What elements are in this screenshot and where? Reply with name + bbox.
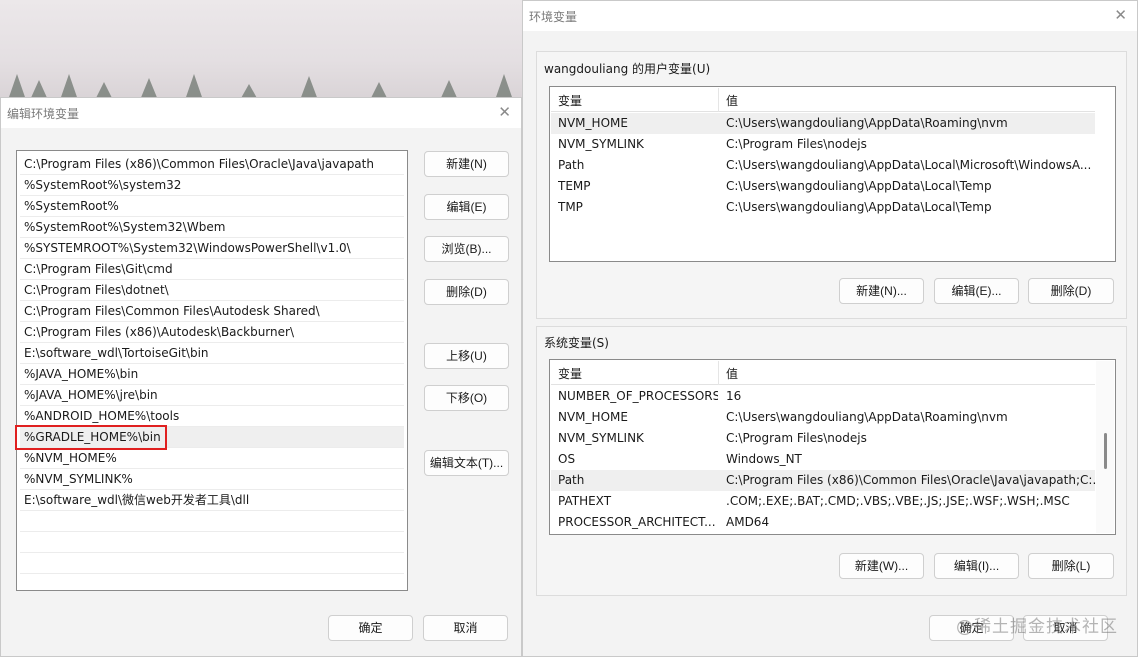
empty-row [20,511,404,532]
variable-row[interactable]: TEMP C:\Users\wangdouliang\AppData\Local\… [551,176,1095,197]
edit-text-button[interactable]: 编辑文本(T)... [424,450,509,476]
variable-name: NVM_SYMLINK [558,431,644,445]
path-entry[interactable]: C:\Program Files\dotnet\ [20,280,404,301]
highlight-box [15,425,167,450]
variable-value: C:\Program Files\nodejs [726,431,867,445]
new-button[interactable]: 新建(N) [424,151,509,177]
variable-row[interactable]: NVM_HOME C:\Users\wangdouliang\AppData\Ro… [551,407,1095,428]
variable-name: TMP [558,200,583,214]
variable-row[interactable]: NVM_SYMLINK C:\Program Files\nodejs [551,134,1095,155]
user-vars-label: wangdouliang 的用户变量(U) [544,62,711,76]
variable-value: Windows_NT [726,452,802,466]
column-header-name[interactable]: 变量 [558,365,582,382]
env-dialog-title: 环境变量 [529,10,578,24]
edit-env-var-dialog: 编辑环境变量 ✕ C:\Program Files (x86)\Common F… [0,97,522,657]
variable-name: NVM_HOME [558,410,628,424]
watermark: @稀土掘金技术社区 [956,617,1118,637]
variable-value: .COM;.EXE;.BAT;.CMD;.VBS;.VBE;.JS;.JSE;.… [726,494,1070,508]
env-vars-dialog: 环境变量 ✕ wangdouliang 的用户变量(U) 变量 值 NVM_HO… [522,0,1138,657]
system-edit-button[interactable]: 编辑(I)... [934,553,1019,579]
variable-name: TEMP [558,179,591,193]
edit-dialog-title: 编辑环境变量 [7,107,80,121]
move-up-button[interactable]: 上移(U) [424,343,509,369]
user-new-button[interactable]: 新建(N)... [839,278,924,304]
path-entry[interactable]: %JAVA_HOME%\bin [20,364,404,385]
empty-row [20,532,404,553]
variable-row[interactable]: Path C:\Users\wangdouliang\AppData\Local\… [551,155,1095,176]
variable-value: C:\Users\wangdouliang\AppData\Local\Temp [726,179,992,193]
variable-value: C:\Program Files (x86)\Common Files\Orac… [726,473,1096,487]
path-entry[interactable]: E:\software_wdl\TortoiseGit\bin [20,343,404,364]
variable-name: OS [558,452,576,466]
path-entry[interactable]: %ANDROID_HOME%\tools [20,406,404,427]
browse-button[interactable]: 浏览(B)... [424,236,509,262]
empty-row [20,553,404,574]
variable-value: 16 [726,389,742,403]
close-icon[interactable]: ✕ [1114,6,1127,24]
path-entry[interactable]: %SystemRoot%\system32 [20,175,404,196]
ok-button[interactable]: 确定 [328,615,413,641]
variable-name: Path [558,158,585,172]
scrollbar-thumb[interactable] [1104,433,1107,469]
variable-row[interactable]: PROCESSOR_ARCHITECT... AMD64 [551,512,1095,533]
user-vars-group: wangdouliang 的用户变量(U) 变量 值 NVM_HOME C:\Us… [536,51,1127,319]
column-header-value[interactable]: 值 [726,92,738,109]
variable-row[interactable]: NVM_HOME C:\Users\wangdouliang\AppData\Ro… [551,113,1095,134]
edit-dialog-titlebar: 编辑环境变量 ✕ [1,98,521,128]
system-vars-group: 系统变量(S) 变量 值 NUMBER_OF_PROCESSORS 16 NVM_H… [536,326,1127,596]
close-icon[interactable]: ✕ [498,103,511,121]
edit-button[interactable]: 编辑(E) [424,194,509,220]
variable-value: C:\Users\wangdouliang\AppData\Roaming\nv… [726,410,1008,424]
user-vars-table[interactable]: 变量 值 NVM_HOME C:\Users\wangdouliang\AppDa… [549,86,1116,262]
system-new-button[interactable]: 新建(W)... [839,553,924,579]
variable-row[interactable]: NUMBER_OF_PROCESSORS 16 [551,386,1095,407]
system-vars-table[interactable]: 变量 值 NUMBER_OF_PROCESSORS 16 NVM_HOME C:\Us… [549,359,1116,535]
column-header-name[interactable]: 变量 [558,92,582,109]
path-entry[interactable]: %NVM_SYMLINK% [20,469,404,490]
variable-row[interactable]: OS Windows_NT [551,449,1095,470]
variable-row[interactable]: NVM_SYMLINK C:\Program Files\nodejs [551,428,1095,449]
variable-row[interactable]: PATHEXT .COM;.EXE;.BAT;.CMD;.VBS;.VBE;.JS… [551,491,1095,512]
variable-value: C:\Users\wangdouliang\AppData\Roaming\nv… [726,116,1008,130]
user-delete-button[interactable]: 删除(D) [1028,278,1114,304]
path-entry[interactable]: C:\Program Files\Common Files\Autodesk S… [20,301,404,322]
variable-name: NUMBER_OF_PROCESSORS [558,389,718,403]
variable-value: C:\Program Files\nodejs [726,137,867,151]
variable-name: NVM_SYMLINK [558,137,644,151]
variable-value: AMD64 [726,515,770,529]
desktop-wallpaper [0,0,522,100]
path-entry[interactable]: %JAVA_HOME%\jre\bin [20,385,404,406]
user-edit-button[interactable]: 编辑(E)... [934,278,1019,304]
system-vars-scrollbar[interactable] [1096,361,1114,533]
move-down-button[interactable]: 下移(O) [424,385,509,411]
variable-name: Path [558,473,585,487]
path-entry[interactable]: %SYSTEMROOT%\System32\WindowsPowerShell\… [20,238,404,259]
system-vars-label: 系统变量(S) [544,336,609,350]
path-entry[interactable]: C:\Program Files\Git\cmd [20,259,404,280]
path-entry[interactable]: E:\software_wdl\微信web开发者工具\dll [20,490,404,511]
variable-name: PROCESSOR_ARCHITECT... [558,515,716,529]
cancel-button[interactable]: 取消 [423,615,508,641]
variable-row[interactable]: Path C:\Program Files (x86)\Common Files\… [551,470,1096,491]
variable-value: C:\Users\wangdouliang\AppData\Local\Temp [726,200,992,214]
variable-name: PATHEXT [558,494,612,508]
path-entry[interactable]: %NVM_HOME% [20,448,404,469]
variable-value: C:\Users\wangdouliang\AppData\Local\Micr… [726,158,1092,172]
path-entry[interactable]: %SystemRoot% [20,196,404,217]
path-entry[interactable]: C:\Program Files (x86)\Common Files\Orac… [20,154,404,175]
variable-row[interactable]: TMP C:\Users\wangdouliang\AppData\Local\T… [551,197,1095,218]
variable-name: NVM_HOME [558,116,628,130]
system-delete-button[interactable]: 删除(L) [1028,553,1114,579]
column-header-value[interactable]: 值 [726,365,738,382]
path-entry[interactable]: %SystemRoot%\System32\Wbem [20,217,404,238]
delete-button[interactable]: 删除(D) [424,279,509,305]
table-header: 变量 值 [551,88,1095,112]
path-entry[interactable]: C:\Program Files (x86)\Autodesk\Backburn… [20,322,404,343]
path-entries-list[interactable]: C:\Program Files (x86)\Common Files\Orac… [15,150,408,591]
env-dialog-titlebar: 环境变量 ✕ [523,1,1137,31]
table-header: 变量 值 [551,361,1095,385]
